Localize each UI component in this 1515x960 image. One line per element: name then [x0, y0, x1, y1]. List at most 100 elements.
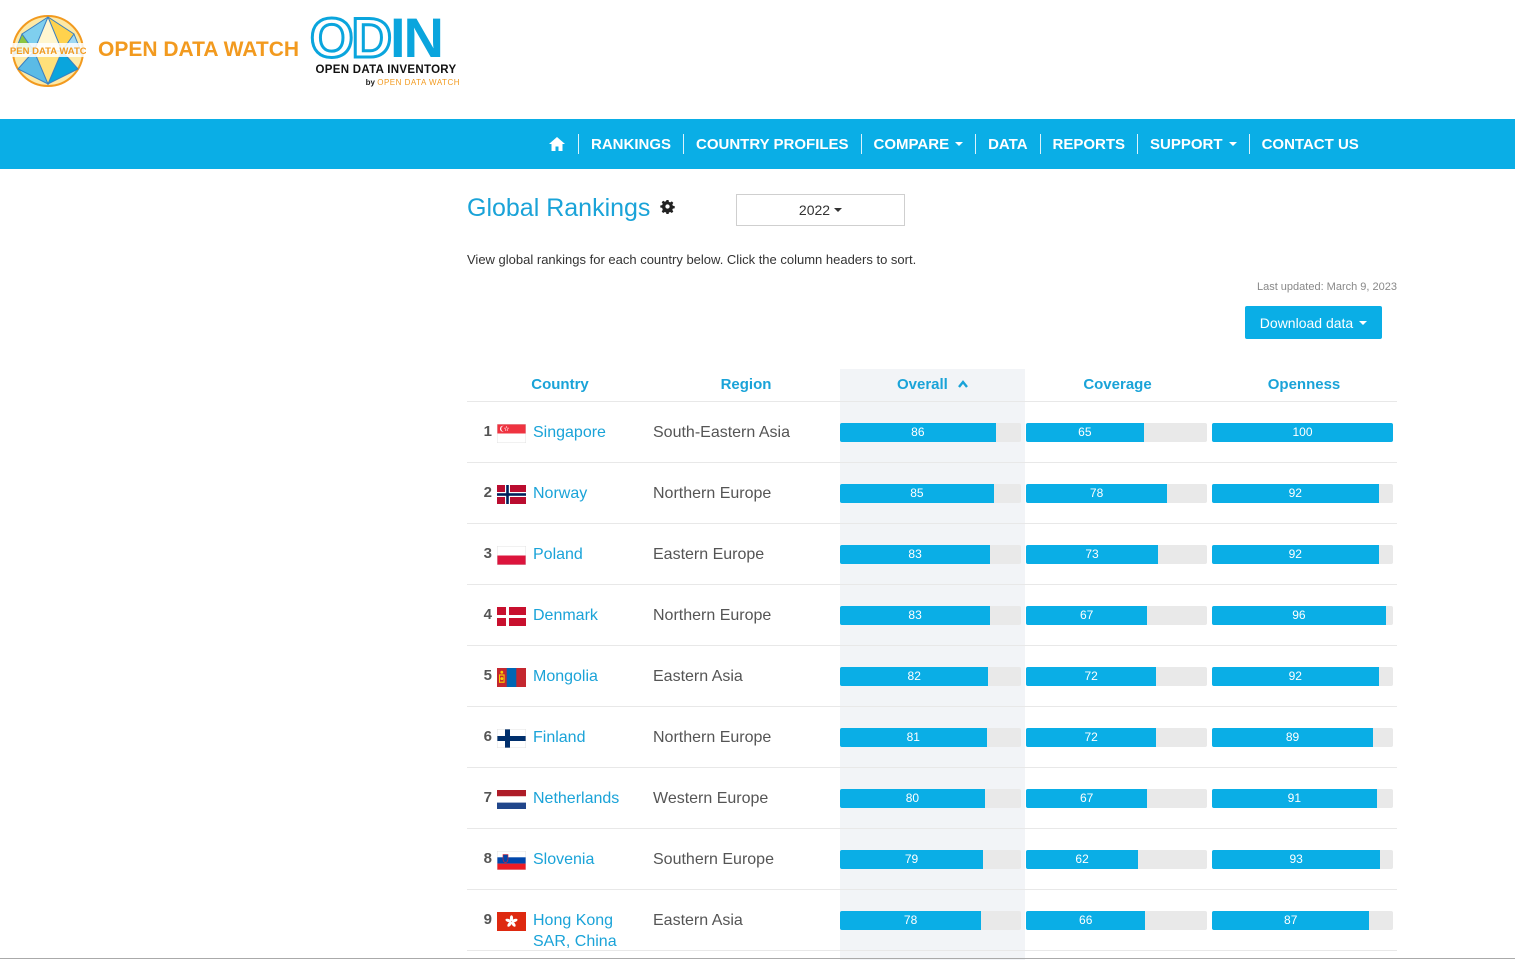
coverage-score-bar: 67 — [1026, 606, 1207, 625]
region-cell: Eastern Asia — [653, 912, 743, 929]
overall-score-value: 79 — [904, 852, 919, 866]
country-link[interactable]: Denmark — [533, 605, 653, 626]
flag-mongolia-icon — [497, 668, 526, 687]
openness-score-bar: 91 — [1212, 789, 1393, 808]
flag-denmark-icon — [497, 607, 526, 626]
country-link[interactable]: Hong Kong SAR, China — [533, 910, 653, 952]
odin-by-line: by OPEN DATA WATCH — [366, 78, 460, 87]
download-data-button[interactable]: Download data — [1245, 306, 1382, 339]
gear-icon[interactable] — [660, 199, 675, 214]
overall-score-value: 85 — [910, 486, 924, 500]
download-data-label: Download data — [1259, 314, 1354, 331]
region-cell: Eastern Asia — [653, 668, 743, 685]
openness-score-value: 89 — [1285, 730, 1300, 744]
openness-score-value: 92 — [1288, 547, 1302, 561]
region-cell: South-Eastern Asia — [653, 424, 790, 441]
openness-score-bar: 87 — [1212, 911, 1393, 930]
openness-score-value: 92 — [1288, 486, 1302, 500]
rank-number: 8 — [483, 850, 492, 867]
open-data-watch-wordmark[interactable]: OPEN DATA WATCH — [98, 38, 299, 62]
coverage-score-bar: 72 — [1026, 728, 1207, 747]
table-body: 1 Singapore South-Eastern Asia 86 65 100 2 Norw… — [467, 402, 1397, 951]
coverage-score-value: 65 — [1078, 425, 1092, 439]
openness-score-bar: 100 — [1212, 423, 1393, 442]
coverage-score-value: 72 — [1084, 669, 1098, 683]
openness-score-value: 96 — [1292, 608, 1306, 622]
open-data-watch-logo[interactable]: OPEN DATA WATCH — [10, 14, 86, 88]
nav-rankings[interactable]: RANKINGS — [579, 136, 683, 153]
overall-score-bar: 81 — [840, 728, 1021, 747]
table-row: 8 Slovenia Southern Europe 79 62 93 — [467, 829, 1397, 890]
nav-compare-label: COMPARE — [873, 135, 950, 153]
flag-netherlands-icon — [497, 790, 526, 809]
flag-poland-icon — [497, 546, 526, 565]
nav-contact-us[interactable]: CONTACT US — [1250, 136, 1371, 153]
nav-country-profiles-label: COUNTRY PROFILES — [696, 135, 849, 153]
table-row: 1 Singapore South-Eastern Asia 86 65 100 — [467, 402, 1397, 463]
openness-score-value: 91 — [1287, 791, 1302, 805]
country-link[interactable]: Norway — [533, 483, 653, 504]
flag-hong-kong-icon — [497, 912, 526, 931]
rank-number: 1 — [483, 423, 492, 440]
main-nav: RANKINGS COUNTRY PROFILES COMPARE DATA R… — [0, 119, 1515, 169]
openness-score-value: 92 — [1288, 669, 1302, 683]
overall-score-value: 86 — [911, 425, 925, 439]
nav-items: RANKINGS COUNTRY PROFILES COMPARE DATA R… — [536, 119, 1371, 169]
nav-country-profiles[interactable]: COUNTRY PROFILES — [684, 136, 861, 153]
flag-finland-icon — [497, 729, 526, 748]
coverage-score-value: 67 — [1079, 608, 1094, 622]
country-link[interactable]: Netherlands — [533, 788, 653, 809]
overall-score-value: 83 — [908, 547, 922, 561]
country-link[interactable]: Singapore — [533, 422, 653, 443]
rank-number: 2 — [483, 484, 492, 501]
odin-logo[interactable]: ODIN OPEN DATA INVENTORY by OPEN DATA WA… — [309, 8, 462, 90]
table-row: 6 Finland Northern Europe 81 72 89 — [467, 707, 1397, 768]
table-row: 2 Norway Northern Europe 85 78 92 — [467, 463, 1397, 524]
last-updated: Last updated: March 9, 2023 — [1256, 281, 1397, 293]
chevron-up-icon — [958, 380, 968, 388]
page-bottom-border — [0, 958, 1515, 959]
column-header-country[interactable]: Country — [467, 369, 653, 401]
coverage-score-bar: 65 — [1026, 423, 1207, 442]
odin-wordmark-in: IN — [390, 6, 444, 69]
openness-score-value: 87 — [1284, 913, 1298, 927]
openness-score-bar: 92 — [1212, 667, 1393, 686]
nav-data[interactable]: DATA — [976, 136, 1039, 153]
openness-score-bar: 92 — [1212, 484, 1393, 503]
rank-number: 7 — [483, 789, 492, 806]
country-link[interactable]: Finland — [533, 727, 653, 748]
coverage-score-value: 73 — [1085, 547, 1099, 561]
overall-score-value: 81 — [906, 730, 920, 744]
openness-score-bar: 96 — [1212, 606, 1393, 625]
overall-score-bar: 80 — [840, 789, 1021, 808]
column-header-coverage[interactable]: Coverage — [1025, 369, 1210, 401]
nav-reports[interactable]: REPORTS — [1041, 136, 1138, 153]
odin-by-word: by — [365, 78, 375, 87]
country-link[interactable]: Mongolia — [533, 666, 653, 687]
overall-score-value: 83 — [908, 608, 922, 622]
overall-score-bar: 78 — [840, 911, 1021, 930]
overall-score-bar: 79 — [840, 850, 1021, 869]
country-link[interactable]: Slovenia — [533, 849, 653, 870]
flag-slovenia-icon — [497, 851, 526, 870]
odin-subtitle: OPEN DATA INVENTORY — [315, 64, 457, 76]
nav-support-label: SUPPORT — [1150, 135, 1223, 153]
country-link[interactable]: Poland — [533, 544, 653, 565]
overall-score-bar: 83 — [840, 545, 1021, 564]
column-header-openness[interactable]: Openness — [1211, 369, 1397, 401]
odin-wordmark-od: OD — [309, 6, 394, 69]
flag-norway-icon — [497, 485, 526, 504]
nav-support[interactable]: SUPPORT — [1138, 136, 1249, 153]
region-cell: Northern Europe — [653, 729, 772, 746]
table-header: Country Region Overall Coverage Openness — [467, 369, 1397, 402]
nav-compare[interactable]: COMPARE — [862, 136, 976, 153]
coverage-score-value: 67 — [1079, 791, 1094, 805]
odin-by-brand: OPEN DATA WATCH — [377, 78, 460, 87]
overall-score-bar: 83 — [840, 606, 1021, 625]
year-select[interactable]: 2022 — [736, 194, 905, 226]
nav-home[interactable] — [536, 136, 578, 152]
column-header-overall[interactable]: Overall — [840, 369, 1025, 401]
coverage-score-bar: 73 — [1026, 545, 1207, 564]
rankings-table: Country Region Overall Coverage Openness… — [467, 369, 1397, 951]
column-header-region[interactable]: Region — [653, 369, 839, 401]
